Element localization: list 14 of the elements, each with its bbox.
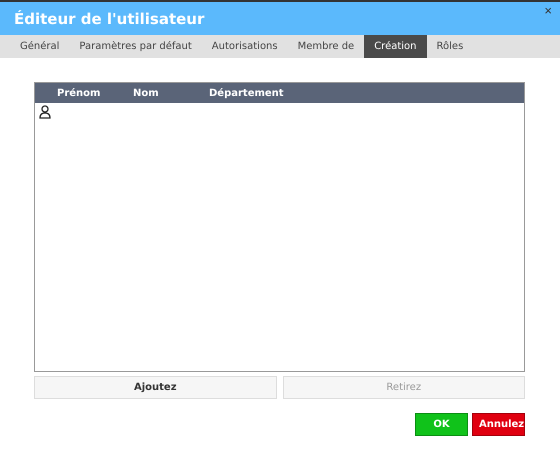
- column-header: Prénom: [57, 88, 102, 98]
- tab[interactable]: Autorisations: [202, 35, 288, 58]
- tab[interactable]: Création: [364, 35, 427, 58]
- tab[interactable]: Général: [10, 35, 70, 58]
- window-title: Éditeur de l'utilisateur: [14, 10, 204, 28]
- close-button[interactable]: ×: [536, 3, 560, 18]
- cancel-button[interactable]: Annulez: [472, 413, 525, 436]
- list-button[interactable]: Ajoutez: [34, 376, 276, 399]
- tab[interactable]: Rôles: [426, 35, 474, 58]
- column-header: Nom: [133, 88, 160, 98]
- person-icon: [39, 105, 51, 119]
- column-header: Département: [209, 88, 284, 98]
- tab[interactable]: Paramètres par défaut: [69, 35, 202, 58]
- tab[interactable]: Membre de: [288, 35, 364, 58]
